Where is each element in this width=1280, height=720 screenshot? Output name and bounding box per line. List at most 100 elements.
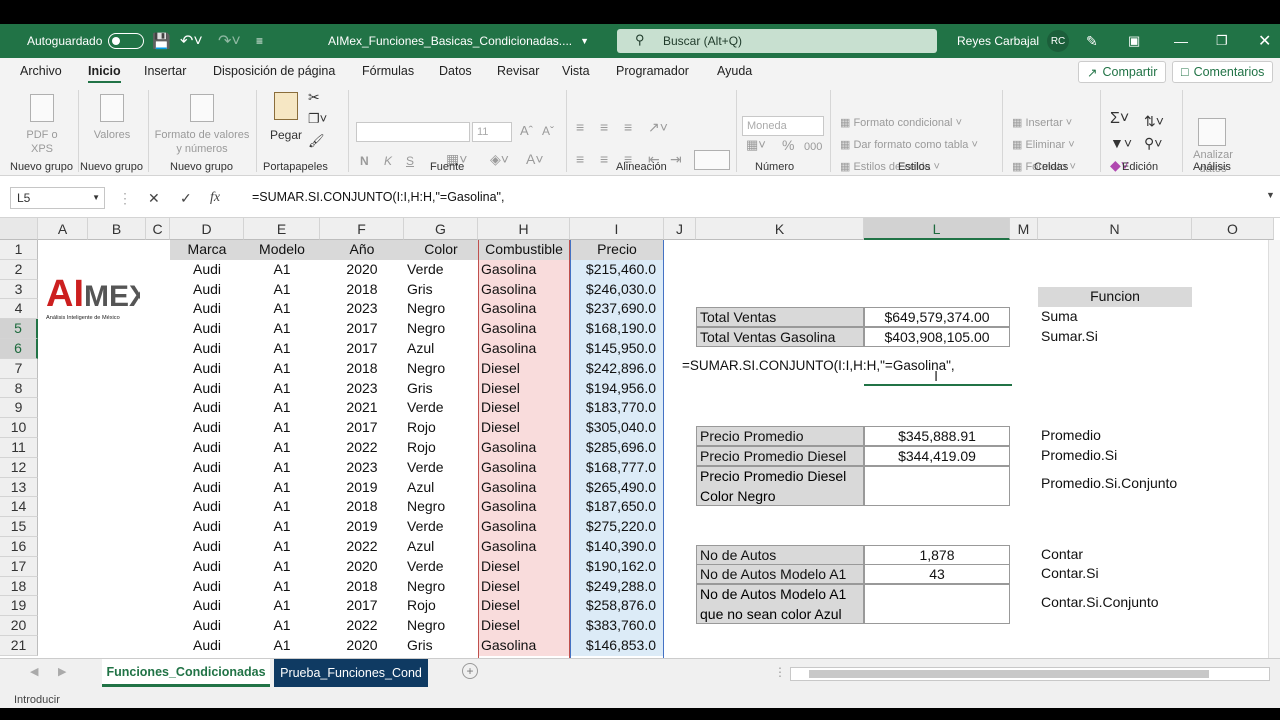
pen-icon[interactable]: ✎ <box>1086 24 1098 58</box>
fill-icon[interactable]: ▼˅ <box>1110 136 1132 150</box>
precio-diesel-negro-value[interactable] <box>864 466 1010 506</box>
align-bottom-icon[interactable]: ≡ <box>624 120 632 134</box>
table-cell-precio[interactable]: $194,956.0 <box>570 378 664 399</box>
insert-cells-button[interactable]: ▦ Insertar ˅ <box>1012 116 1072 130</box>
find-icon[interactable]: ⚲˅ <box>1144 136 1162 150</box>
table-cell-anio[interactable]: 2023 <box>320 299 404 319</box>
table-cell-marca[interactable]: Audi <box>170 418 244 438</box>
table-cell-anio[interactable]: 2018 <box>320 497 404 517</box>
table-cell-combustible[interactable]: Gasolina <box>478 477 570 498</box>
font-size-combo[interactable]: 11 <box>472 122 512 142</box>
scroll-left-icon[interactable]: ◀ <box>30 665 38 678</box>
table-cell-combustible[interactable]: Gasolina <box>478 497 570 518</box>
table-cell-combustible[interactable]: Gasolina <box>478 457 570 478</box>
table-cell-anio[interactable]: 2017 <box>320 596 404 616</box>
sheet-tab-prueba-funciones[interactable]: Prueba_Funciones_Cond <box>274 659 428 687</box>
table-header-modelo[interactable]: Modelo <box>244 240 320 260</box>
table-cell-anio[interactable]: 2022 <box>320 616 404 636</box>
table-cell-marca[interactable]: Audi <box>170 260 244 280</box>
table-cell-combustible[interactable]: Diesel <box>478 556 570 577</box>
underline-button[interactable]: S <box>406 154 414 168</box>
cut-icon[interactable]: ✂ <box>308 90 320 104</box>
user-account[interactable]: Reyes Carbajal RC <box>957 24 1070 58</box>
table-cell-precio[interactable]: $383,760.0 <box>570 616 664 636</box>
table-cell-modelo[interactable]: A1 <box>244 458 320 478</box>
column-header-m[interactable]: M <box>1010 218 1038 240</box>
table-cell-marca[interactable]: Audi <box>170 359 244 379</box>
table-cell-anio[interactable]: 2017 <box>320 319 404 339</box>
table-cell-combustible[interactable]: Diesel <box>478 418 570 438</box>
row-header-11[interactable]: 11 <box>0 438 38 458</box>
increase-font-icon[interactable]: Aˆ <box>520 124 533 138</box>
row-header-1[interactable]: 1 <box>0 240 38 260</box>
column-header-l[interactable]: L <box>864 218 1010 240</box>
table-cell-modelo[interactable]: A1 <box>244 537 320 557</box>
minimize-icon[interactable]: — <box>1174 24 1188 58</box>
formula-input[interactable]: =SUMAR.SI.CONJUNTO(I:I,H:H,"=Gasolina", <box>252 190 504 204</box>
table-cell-marca[interactable]: Audi <box>170 280 244 300</box>
table-cell-anio[interactable]: 2018 <box>320 280 404 300</box>
row-header-10[interactable]: 10 <box>0 418 38 438</box>
autos-a1-value[interactable]: 43 <box>864 564 1010 584</box>
tab-archivo[interactable]: Archivo <box>20 64 62 78</box>
comments-button[interactable]: □ Comentarios <box>1172 61 1274 83</box>
sheet-tab-funciones-condicionadas[interactable]: Funciones_Condicionadas <box>102 659 270 687</box>
align-top-icon[interactable]: ≡ <box>576 120 584 134</box>
precio-promedio-value[interactable]: $345,888.91 <box>864 426 1010 446</box>
table-cell-marca[interactable]: Audi <box>170 577 244 597</box>
row-header-19[interactable]: 19 <box>0 596 38 617</box>
tab-datos[interactable]: Datos <box>439 64 472 78</box>
table-cell-marca[interactable]: Audi <box>170 557 244 577</box>
table-cell-color[interactable]: Rojo <box>404 596 478 616</box>
horizontal-scrollbar[interactable] <box>790 667 1270 681</box>
column-header-d[interactable]: D <box>170 218 244 240</box>
autos-value[interactable]: 1,878 <box>864 545 1010 565</box>
table-cell-modelo[interactable]: A1 <box>244 636 320 656</box>
row-header-14[interactable]: 14 <box>0 497 38 518</box>
row-header-8[interactable]: 8 <box>0 378 38 399</box>
bold-button[interactable]: N <box>360 154 369 168</box>
row-header-17[interactable]: 17 <box>0 556 38 577</box>
vertical-scrollbar[interactable] <box>1268 240 1280 658</box>
table-cell-precio[interactable]: $237,690.0 <box>570 299 664 320</box>
table-cell-anio[interactable]: 2020 <box>320 557 404 577</box>
table-cell-marca[interactable]: Audi <box>170 458 244 478</box>
autosave-toggle[interactable] <box>108 33 145 49</box>
table-cell-marca[interactable]: Audi <box>170 478 244 498</box>
table-cell-combustible[interactable]: Gasolina <box>478 537 570 557</box>
table-cell-anio[interactable]: 2019 <box>320 517 404 537</box>
align-middle-icon[interactable]: ≡ <box>600 120 608 134</box>
table-cell-modelo[interactable]: A1 <box>244 577 320 597</box>
table-cell-modelo[interactable]: A1 <box>244 299 320 319</box>
table-cell-anio[interactable]: 2020 <box>320 260 404 280</box>
table-cell-modelo[interactable]: A1 <box>244 478 320 498</box>
table-cell-precio[interactable]: $140,390.0 <box>570 537 664 557</box>
column-header-j[interactable]: J <box>664 218 696 240</box>
table-cell-color[interactable]: Rojo <box>404 438 478 458</box>
autosave[interactable]: Autoguardado <box>27 24 145 58</box>
table-cell-modelo[interactable]: A1 <box>244 339 320 359</box>
table-cell-precio[interactable]: $249,288.0 <box>570 576 664 597</box>
table-cell-precio[interactable]: $242,896.0 <box>570 358 664 379</box>
table-cell-precio[interactable]: $285,696.0 <box>570 438 664 458</box>
column-header-i[interactable]: I <box>570 218 664 240</box>
table-cell-precio[interactable]: $168,777.0 <box>570 457 664 478</box>
table-cell-precio[interactable]: $146,853.0 <box>570 636 664 656</box>
table-cell-color[interactable]: Negro <box>404 299 478 319</box>
customize-qat-icon[interactable]: ≡ <box>256 24 263 58</box>
table-cell-modelo[interactable]: A1 <box>244 260 320 280</box>
table-cell-color[interactable]: Azul <box>404 478 478 498</box>
column-header-f[interactable]: F <box>320 218 404 240</box>
insert-function-icon[interactable]: fx <box>210 190 220 206</box>
table-cell-marca[interactable]: Audi <box>170 616 244 636</box>
tab-insertar[interactable]: Insertar <box>144 64 186 78</box>
row-header-18[interactable]: 18 <box>0 576 38 597</box>
row-header-13[interactable]: 13 <box>0 477 38 498</box>
total-gasolina-value[interactable]: $403,908,105.00 <box>864 327 1010 347</box>
maximize-icon[interactable]: ❐ <box>1216 24 1228 58</box>
row-header-3[interactable]: 3 <box>0 279 38 300</box>
save-icon[interactable]: 💾 <box>152 24 171 58</box>
table-cell-precio[interactable]: $265,490.0 <box>570 477 664 498</box>
table-cell-modelo[interactable]: A1 <box>244 280 320 300</box>
expand-formula-icon[interactable]: ▼ <box>1266 190 1275 200</box>
